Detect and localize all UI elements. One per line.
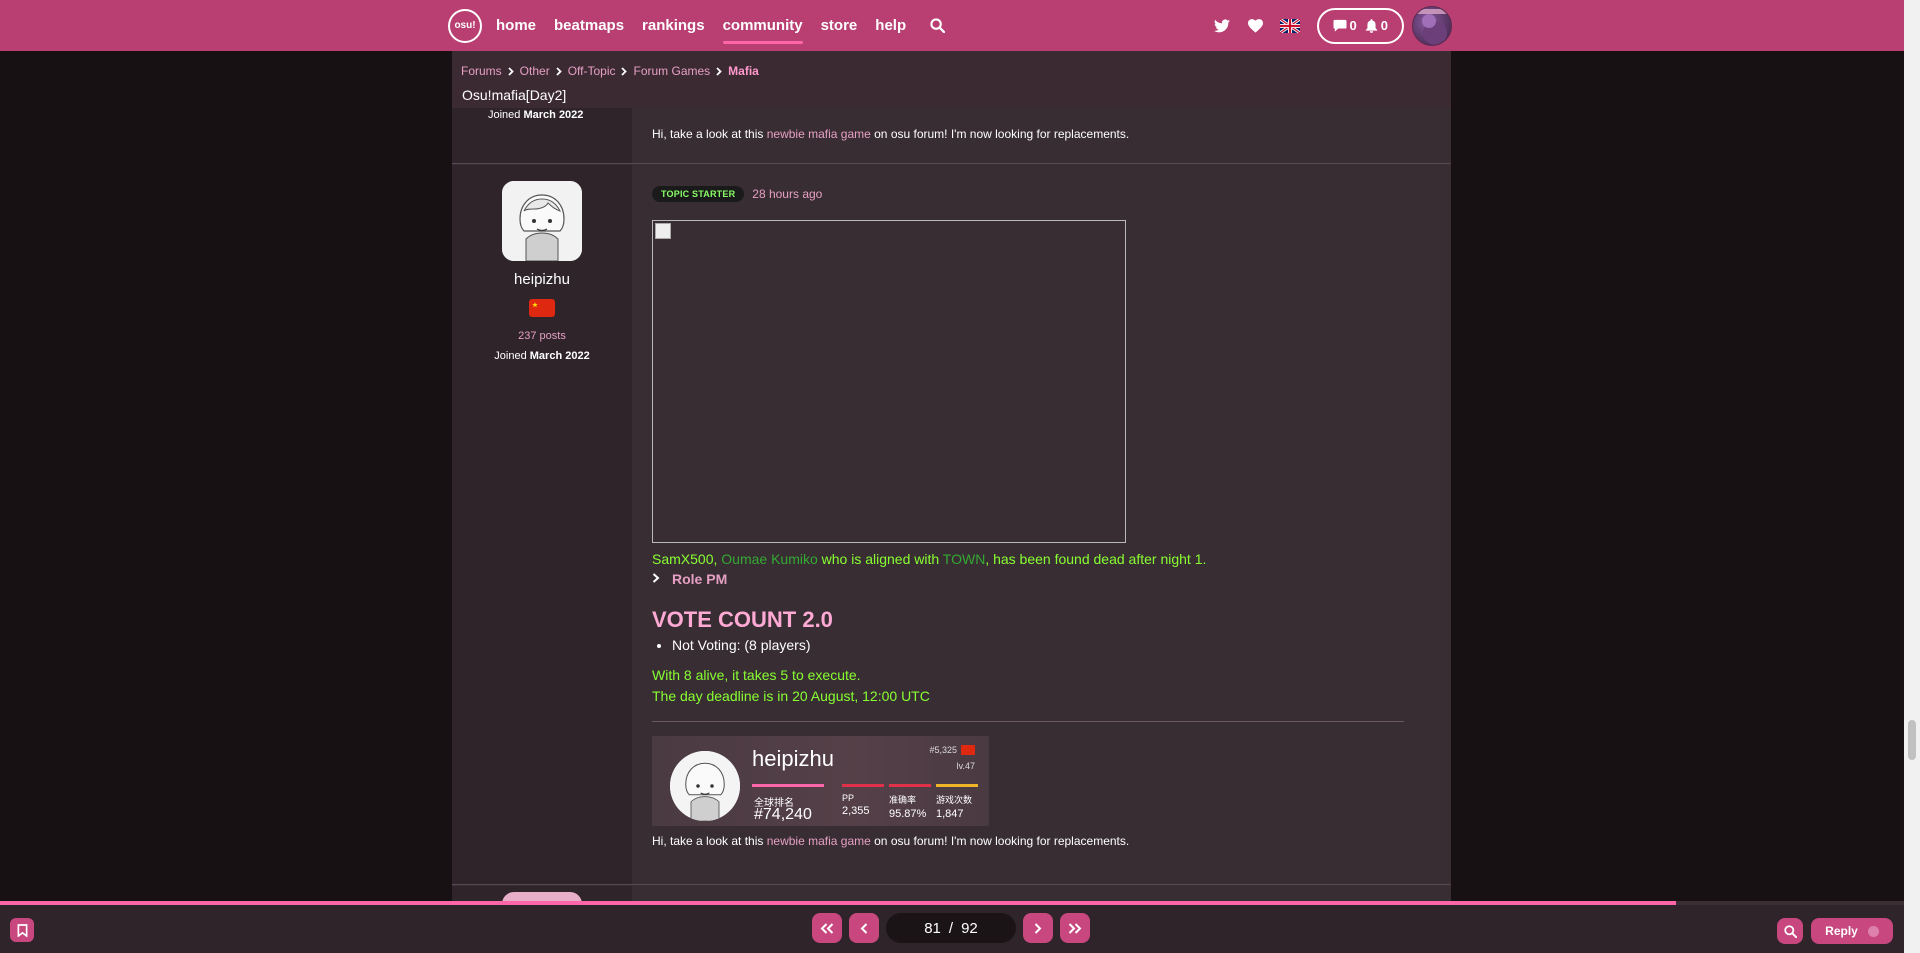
breadcrumb-off-topic[interactable]: Off-Topic: [568, 64, 616, 78]
bookmark-button[interactable]: [10, 918, 34, 942]
global-rank-value: #74,240: [754, 806, 812, 823]
list-item: Not Voting: (8 players): [672, 637, 811, 653]
reply-toggle-icon: [1867, 925, 1879, 937]
twitter-icon[interactable]: [1211, 15, 1233, 37]
role-pm-spoiler[interactable]: Role PM: [652, 571, 727, 587]
chevron-right-icon: [652, 572, 672, 586]
first-post-button[interactable]: [812, 913, 842, 943]
language-flag-icon[interactable]: [1279, 15, 1301, 37]
double-chevron-left-icon: [820, 922, 834, 934]
stat-playcount: 游戏次数 1,847: [936, 784, 978, 820]
breadcrumb-other[interactable]: Other: [520, 64, 550, 78]
search-icon: [1783, 924, 1797, 938]
previous-post-button[interactable]: [849, 913, 879, 943]
execute-threshold: With 8 alive, it takes 5 to execute.: [652, 667, 861, 683]
post-timestamp[interactable]: 28 hours ago: [752, 187, 822, 201]
country-flag-icon[interactable]: [529, 299, 555, 317]
nav-home[interactable]: home: [496, 0, 536, 51]
osu-logo[interactable]: osu!: [448, 8, 482, 43]
reply-button[interactable]: Reply: [1811, 918, 1893, 944]
signature-level: lv.47: [956, 761, 975, 771]
post-meta: TOPIC STARTER 28 hours ago: [652, 186, 822, 202]
vote-list: Not Voting: (8 players): [652, 637, 811, 653]
post-signature: Hi, take a look at this newbie mafia gam…: [652, 834, 1130, 848]
scrollbar-thumb[interactable]: [1908, 720, 1916, 760]
total-post-number: 92: [961, 919, 978, 937]
forum-topic-page: Joined March 2022 Hi, take a look at thi…: [452, 51, 1451, 904]
day-deadline: The day deadline is in 20 August, 12:00 …: [652, 688, 930, 704]
broken-image-icon: [655, 223, 671, 239]
vote-count-heading: VOTE COUNT 2.0: [652, 607, 833, 632]
topic-title: Osu!mafia[Day2]: [462, 87, 567, 103]
current-post-number[interactable]: 81: [924, 920, 941, 937]
post-body: TOPIC STARTER 28 hours ago SamX500, Ouma…: [632, 165, 1451, 884]
signature-divider: [652, 721, 1404, 722]
nav-rankings[interactable]: rankings: [642, 0, 705, 51]
bottom-toolbar: 81/92 Reply: [0, 905, 1904, 953]
chevron-right-icon: [1034, 922, 1042, 934]
joined-date: Joined March 2022: [488, 109, 584, 121]
joined-date: Joined March 2022: [494, 350, 590, 362]
search-button[interactable]: [1777, 918, 1803, 944]
global-rank-bar: [752, 784, 824, 787]
post-pager: 81/92: [812, 913, 1097, 943]
next-post-button[interactable]: [1023, 913, 1053, 943]
search-icon[interactable]: [926, 15, 948, 37]
chevron-right-icon: [710, 66, 728, 76]
signature-profile-card[interactable]: heipizhu #5,325 lv.47 全球排名 #74,240 PP 2,…: [652, 736, 989, 826]
forum-post: heipizhu 237 posts Joined March 2022 TOP…: [452, 165, 1451, 885]
breadcrumb-forum-games[interactable]: Forum Games: [633, 64, 710, 78]
chevron-right-icon: [615, 66, 633, 76]
chat-icon: [1333, 19, 1347, 32]
signature-username: heipizhu: [752, 746, 834, 771]
death-announcement: SamX500, Oumae Kumiko who is aligned wit…: [652, 551, 1207, 567]
chevron-right-icon: [502, 66, 520, 76]
top-nav: osu! home beatmaps rankings community st…: [0, 0, 1904, 51]
nav-beatmaps[interactable]: beatmaps: [554, 0, 624, 51]
bell-icon: [1365, 18, 1377, 33]
nav-help[interactable]: help: [875, 0, 906, 51]
topic-starter-badge: TOPIC STARTER: [652, 186, 745, 202]
breadcrumb-forums[interactable]: Forums: [461, 64, 502, 78]
nav-community[interactable]: community: [722, 0, 803, 51]
signature-link[interactable]: newbie mafia game: [767, 834, 871, 848]
chevron-right-icon: [550, 66, 568, 76]
signature-link[interactable]: newbie mafia game: [767, 127, 871, 141]
chat-notification[interactable]: 0: [1333, 18, 1357, 33]
bell-notification[interactable]: 0: [1365, 18, 1388, 33]
topic-header: Forums Other Off-Topic Forum Games Mafia…: [452, 51, 1451, 108]
bookmark-icon: [17, 923, 27, 937]
user-avatar-menu[interactable]: [1412, 5, 1452, 46]
notification-count: 0: [1380, 18, 1388, 33]
heart-icon[interactable]: [1245, 15, 1267, 37]
nav-store[interactable]: store: [821, 0, 858, 51]
stat-accuracy: 准确率 95.87%: [889, 784, 931, 820]
last-post-button[interactable]: [1060, 913, 1090, 943]
chat-count: 0: [1349, 18, 1357, 33]
poster-avatar[interactable]: [502, 181, 582, 261]
post-number-input[interactable]: 81/92: [886, 913, 1016, 943]
breadcrumb-mafia[interactable]: Mafia: [728, 64, 759, 78]
poster-username[interactable]: heipizhu: [452, 271, 632, 288]
signature-avatar: [670, 751, 740, 821]
poster-post-count[interactable]: 237 posts: [452, 330, 632, 342]
breadcrumb: Forums Other Off-Topic Forum Games Mafia: [461, 64, 759, 78]
notification-pill[interactable]: 0 0: [1316, 7, 1404, 44]
signature-country-rank: #5,325: [929, 745, 975, 755]
broken-image: [652, 220, 1126, 543]
post-signature: Hi, take a look at this newbie mafia gam…: [652, 127, 1130, 141]
chevron-left-icon: [860, 922, 868, 934]
double-chevron-right-icon: [1068, 922, 1082, 934]
country-flag-icon: [961, 745, 975, 755]
stat-pp: PP 2,355: [842, 784, 884, 817]
page-scrollbar[interactable]: [1904, 0, 1920, 953]
post-sidebar: heipizhu 237 posts Joined March 2022: [452, 165, 632, 884]
